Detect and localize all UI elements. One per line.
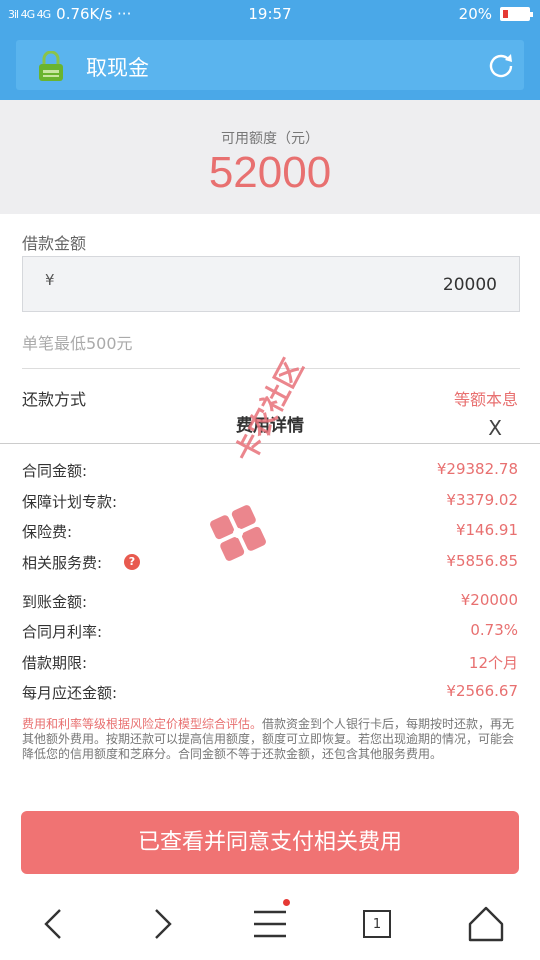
forward-arrow-icon[interactable] — [142, 904, 182, 944]
fee-label: 到账金额: — [22, 593, 88, 611]
fee-label: 借款期限: — [22, 654, 88, 672]
fee-row: 每月应还金额: ¥2566.67 — [22, 682, 518, 706]
fee-value: ¥2566.67 — [446, 682, 518, 700]
repayment-method-value[interactable]: 等额本息 — [454, 386, 518, 410]
repayment-method-label: 还款方式 — [22, 390, 87, 409]
loan-amount-input[interactable]: ¥ 20000 — [22, 256, 520, 312]
fee-value: ¥5856.85 — [446, 552, 518, 570]
divider — [0, 443, 540, 444]
agree-pay-button[interactable]: 已查看并同意支付相关费用 — [21, 811, 519, 874]
home-icon[interactable] — [466, 904, 506, 944]
currency-symbol: ¥ — [45, 271, 55, 289]
page-title: 取现金 — [86, 56, 149, 80]
fee-label: 每月应还金额: — [22, 684, 118, 702]
header-bar: 取现金 — [16, 40, 524, 90]
close-button[interactable]: X — [488, 416, 502, 440]
battery-icon — [500, 7, 533, 21]
help-icon[interactable]: ? — [124, 554, 140, 570]
fee-value: ¥146.91 — [455, 521, 518, 539]
fee-value: ¥29382.78 — [436, 460, 518, 478]
fee-label: 相关服务费: — [22, 554, 103, 572]
back-arrow-icon[interactable] — [34, 904, 74, 944]
divider — [22, 368, 520, 369]
menu-button[interactable] — [250, 899, 290, 944]
loan-amount-value: 20000 — [442, 275, 497, 295]
menu-icon — [254, 910, 286, 938]
loan-amount-label: 借款金额 — [22, 234, 87, 253]
status-right: 20% — [458, 5, 533, 23]
fee-value: 12个月 — [468, 654, 518, 672]
fee-row: 保障计划专款: ¥3379.02 — [22, 491, 518, 515]
fee-row: 借款期限: 12个月 — [22, 652, 518, 676]
refresh-icon[interactable] — [488, 52, 514, 78]
fee-label: 保障计划专款: — [22, 493, 118, 511]
fee-label: 保险费: — [22, 523, 73, 541]
lock-icon — [39, 51, 63, 81]
fee-row: 合同金额: ¥29382.78 — [22, 460, 518, 484]
fee-details-title: 费用详情 — [236, 416, 304, 436]
fee-row: 相关服务费: ¥5856.85? — [22, 552, 518, 576]
battery-percent: 20% — [458, 5, 492, 23]
fee-value: 0.73% — [470, 621, 518, 639]
quota-value: 52000 — [208, 148, 332, 197]
fee-row: 保险费: ¥146.91 — [22, 521, 518, 545]
fee-row: 合同月利率: 0.73% — [22, 621, 518, 645]
tab-count: 1 — [363, 910, 391, 938]
fee-label: 合同月利率: — [22, 623, 103, 641]
fee-value: ¥3379.02 — [446, 491, 518, 509]
fee-value: ¥20000 — [460, 591, 518, 609]
disclaimer-highlight: 费用和利率等级根据风险定价模型综合评估。 — [22, 717, 263, 731]
browser-bottom-nav: 1 — [0, 884, 540, 960]
fee-disclaimer: 费用和利率等级根据风险定价模型综合评估。借款资金到个人银行卡后，每期按时还款，再… — [22, 717, 520, 762]
fee-label: 合同金额: — [22, 462, 88, 480]
quota-label: 可用额度（元） — [221, 131, 319, 147]
available-quota-panel: 可用额度（元） 52000 — [0, 100, 540, 214]
notification-dot — [283, 899, 290, 906]
minimum-note: 单笔最低500元 — [22, 334, 133, 353]
status-bar: 3il 4G 4G 0.76K/s ··· 19:57 20% — [0, 0, 540, 30]
fee-row: 到账金额: ¥20000 — [22, 591, 518, 615]
tabs-button[interactable]: 1 — [357, 904, 397, 944]
